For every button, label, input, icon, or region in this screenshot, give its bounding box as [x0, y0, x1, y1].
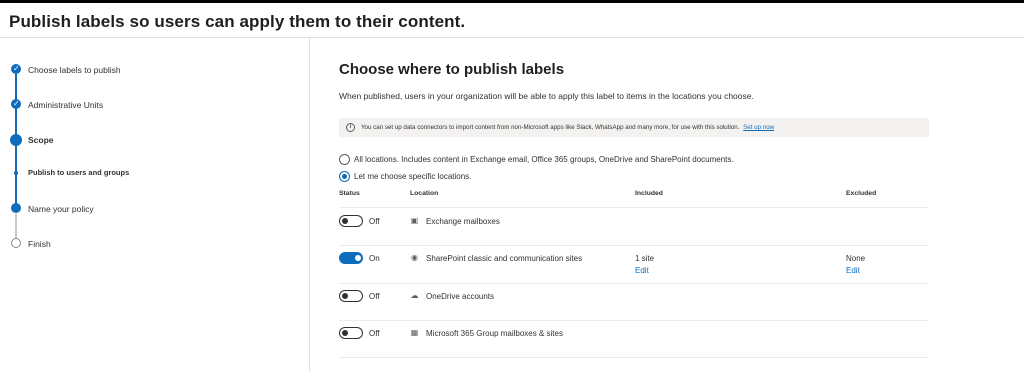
table-divider — [339, 357, 929, 358]
set-up-now-link[interactable]: Set up now — [743, 124, 774, 131]
banner-text: You can set up data connectors to import… — [361, 124, 740, 131]
column-header-included: Included — [635, 190, 663, 197]
step-completed-icon: ✓ — [11, 64, 21, 74]
toggle-state-label: Off — [369, 292, 380, 301]
toggle-state-label: Off — [369, 217, 380, 226]
location-label: SharePoint classic and communication sit… — [426, 254, 583, 263]
step-finish[interactable]: Finish — [28, 239, 51, 249]
substep-publish-to-users[interactable]: Publish to users and groups — [28, 168, 129, 177]
onedrive-toggle[interactable] — [339, 290, 363, 302]
microsoft-365-group-icon: ▦ — [410, 328, 419, 337]
location-label: Exchange mailboxes — [426, 217, 500, 226]
column-header-location: Location — [410, 190, 439, 197]
step-connector — [15, 142, 17, 208]
step-scope[interactable]: Scope — [28, 135, 54, 145]
section-title: Choose where to publish labels — [339, 61, 565, 78]
table-divider — [339, 283, 929, 284]
section-description: When published, users in your organizati… — [339, 91, 754, 101]
info-banner: i You can set up data connectors to impo… — [339, 118, 929, 137]
toggle-state-label: Off — [369, 329, 380, 338]
page-title: Publish labels so users can apply them t… — [9, 12, 466, 31]
all-locations-radio[interactable] — [339, 154, 350, 165]
all-locations-label: All locations. Includes content in Excha… — [354, 155, 734, 164]
step-pending-icon — [11, 238, 21, 248]
column-header-status: Status — [339, 190, 360, 197]
table-divider — [339, 207, 929, 208]
location-label: Microsoft 365 Group mailboxes & sites — [426, 329, 563, 338]
info-icon: i — [346, 123, 355, 132]
table-divider — [339, 320, 929, 321]
onedrive-icon: ☁ — [410, 291, 419, 300]
included-value: 1 site — [635, 254, 655, 263]
step-connector — [15, 214, 17, 241]
table-divider — [339, 245, 929, 246]
step-current-icon — [10, 134, 22, 146]
substep-current-icon — [14, 171, 18, 175]
excluded-edit-link[interactable]: Edit — [846, 266, 860, 275]
included-edit-link[interactable]: Edit — [635, 266, 649, 275]
step-administrative-units[interactable]: Administrative Units — [28, 100, 103, 110]
toggle-state-label: On — [369, 254, 380, 263]
excluded-value: None — [846, 254, 866, 263]
sharepoint-icon: ◉ — [411, 253, 418, 262]
column-header-excluded: Excluded — [846, 190, 877, 197]
page-header: Publish labels so users can apply them t… — [0, 3, 1024, 38]
specific-locations-radio[interactable] — [339, 171, 350, 182]
exchange-icon: ▣ — [410, 216, 419, 225]
exchange-toggle[interactable] — [339, 215, 363, 227]
location-label: OneDrive accounts — [426, 292, 495, 301]
step-name-policy[interactable]: Name your policy — [28, 204, 94, 214]
main-content: Choose where to publish labels When publ… — [339, 38, 929, 372]
wizard-steps-panel: ✓ Choose labels to publish ✓ Administrat… — [0, 38, 310, 372]
step-choose-labels[interactable]: Choose labels to publish — [28, 65, 121, 75]
step-completed-icon: ✓ — [11, 99, 21, 109]
specific-locations-label: Let me choose specific locations. — [354, 172, 472, 181]
sharepoint-toggle[interactable] — [339, 252, 363, 264]
group-mailboxes-toggle[interactable] — [339, 327, 363, 339]
step-upcoming-icon — [11, 203, 21, 213]
